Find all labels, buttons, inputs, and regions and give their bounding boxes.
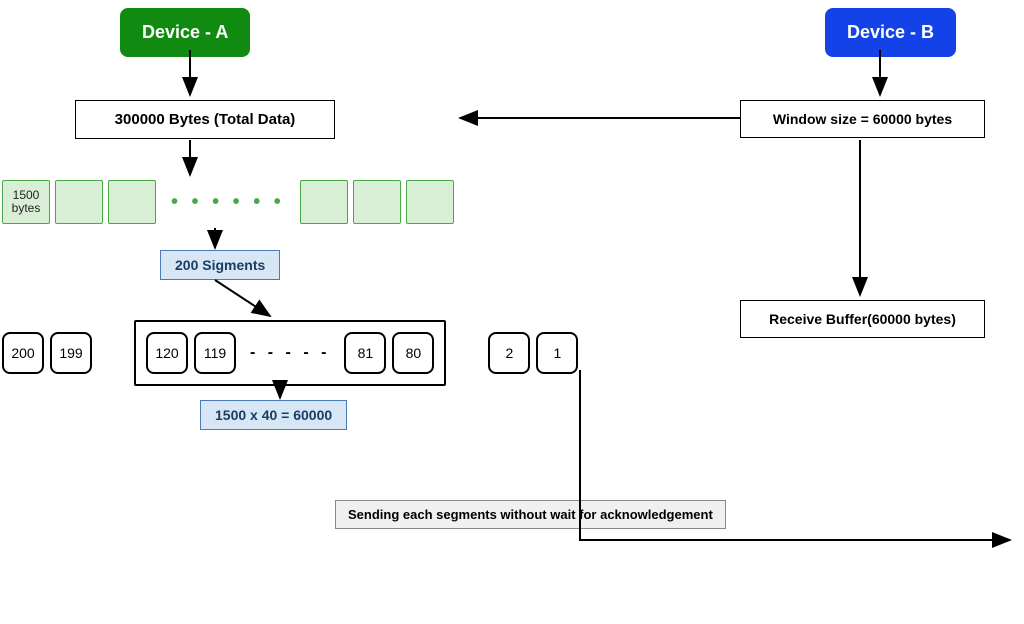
segment	[353, 180, 401, 224]
sending-note: Sending each segments without wait for a…	[335, 500, 726, 529]
segment	[108, 180, 156, 224]
ellipsis-icon: • • • • • •	[161, 191, 295, 214]
segments-row: 1500 bytes • • • • • •	[2, 180, 454, 224]
total-data-box: 300000 Bytes (Total Data)	[75, 100, 335, 139]
packet: 200	[2, 332, 44, 374]
packet: 80	[392, 332, 434, 374]
dash-icon: - - - - -	[242, 344, 338, 362]
packet: 199	[50, 332, 92, 374]
device-b-header: Device - B	[825, 8, 956, 57]
packet: 1	[536, 332, 578, 374]
segment	[55, 180, 103, 224]
segment-size-label: 1500 bytes	[3, 189, 49, 215]
segment	[406, 180, 454, 224]
packet: 81	[344, 332, 386, 374]
receive-buffer-box: Receive Buffer(60000 bytes)	[740, 300, 985, 338]
segment	[300, 180, 348, 224]
calculation-chip: 1500 x 40 = 60000	[200, 400, 347, 430]
packet: 119	[194, 332, 236, 374]
sliding-window-frame: 120 119 - - - - - 81 80	[134, 320, 446, 386]
packet: 2	[488, 332, 530, 374]
packet: 120	[146, 332, 188, 374]
window-size-box: Window size = 60000 bytes	[740, 100, 985, 138]
segments-count-chip: 200 Sigments	[160, 250, 280, 280]
device-a-header: Device - A	[120, 8, 250, 57]
packet-row: 200 199 120 119 - - - - - 81 80 2 1	[2, 320, 578, 386]
segment-first: 1500 bytes	[2, 180, 50, 224]
